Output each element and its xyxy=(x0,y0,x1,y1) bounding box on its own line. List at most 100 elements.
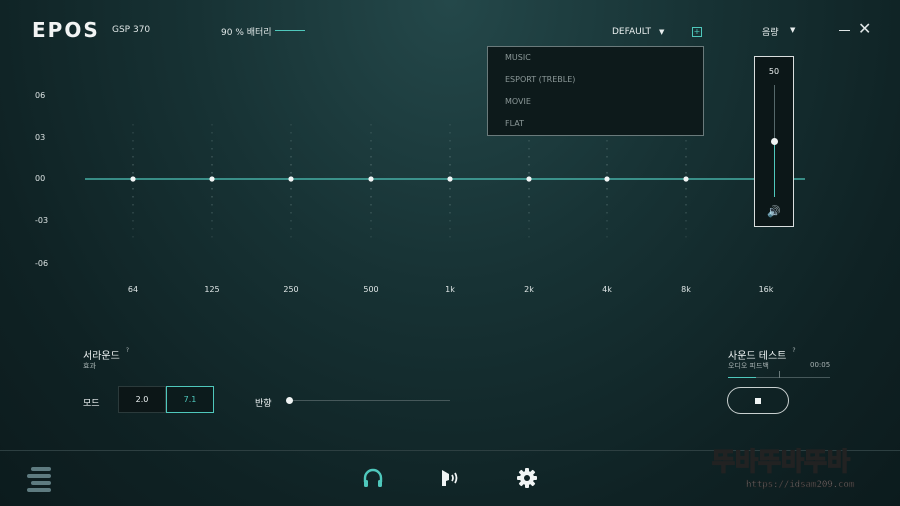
grid-dot xyxy=(685,156,687,158)
eq-node-125[interactable] xyxy=(209,176,215,182)
volume-slider-thumb[interactable] xyxy=(771,137,778,145)
grid-dot xyxy=(370,236,372,238)
grid-dot xyxy=(211,148,213,150)
grid-dot xyxy=(449,188,451,190)
grid-dot xyxy=(528,228,530,230)
grid-dot xyxy=(370,228,372,230)
help-icon[interactable]: ? xyxy=(792,347,795,354)
eq-y-label: -03 xyxy=(35,216,49,225)
grid-dot xyxy=(132,196,134,198)
grid-dot xyxy=(685,236,687,238)
grid-dot xyxy=(449,148,451,150)
settings-icon[interactable] xyxy=(515,466,539,490)
grid-dot xyxy=(606,148,608,150)
grid-dot xyxy=(132,212,134,214)
grid-dot xyxy=(528,148,530,150)
eq-band-label-16k: 16k xyxy=(758,285,774,294)
grid-dot xyxy=(370,172,372,174)
grid-dot xyxy=(449,204,451,206)
watermark-logo: 뚜바뚜바뚜바 https://idsam209.com xyxy=(712,446,855,490)
eq-band-label-8k: 8k xyxy=(681,285,691,294)
eq-y-label: 06 xyxy=(35,91,46,100)
grid-dot xyxy=(685,204,687,206)
reverb-label: 반향 xyxy=(255,399,272,409)
surround-title: 서라운드? xyxy=(83,347,129,362)
grid-dot xyxy=(132,236,134,238)
mode-button-2-0[interactable]: 2.0 xyxy=(118,386,166,413)
sound-test-title: 사운드 테스트? xyxy=(728,347,796,362)
grid-dot xyxy=(211,204,213,206)
dropdown-item-music[interactable]: MUSIC xyxy=(488,47,703,69)
headphones-icon[interactable] xyxy=(361,466,385,490)
dropdown-item-flat[interactable]: FLAT xyxy=(488,113,703,135)
eq-node-250[interactable] xyxy=(288,176,294,182)
grid-dot xyxy=(685,220,687,222)
surround-subtitle: 효과 xyxy=(83,362,96,370)
grid-dot xyxy=(132,228,134,230)
grid-dot xyxy=(132,220,134,222)
grid-dot xyxy=(606,172,608,174)
speaker-icon[interactable]: 🔊 xyxy=(767,205,781,218)
grid-dot xyxy=(370,124,372,126)
grid-dot xyxy=(370,132,372,134)
grid-dot xyxy=(290,236,292,238)
reverb-slider-track[interactable] xyxy=(290,400,450,401)
eq-node-1k[interactable] xyxy=(447,176,453,182)
eq-node-8k[interactable] xyxy=(683,176,689,182)
eq-node-500[interactable] xyxy=(368,176,374,182)
grid-dot xyxy=(290,164,292,166)
dropdown-item-esport[interactable]: ESPORT (TREBLE) xyxy=(488,69,703,91)
grid-dot xyxy=(132,124,134,126)
eq-y-label: 03 xyxy=(35,133,46,142)
grid-dot xyxy=(449,236,451,238)
help-icon[interactable]: ? xyxy=(126,347,129,354)
grid-dot xyxy=(290,140,292,142)
grid-dot xyxy=(685,196,687,198)
grid-dot xyxy=(132,132,134,134)
grid-dot xyxy=(290,156,292,158)
grid-dot xyxy=(211,212,213,214)
grid-dot xyxy=(685,172,687,174)
grid-dot xyxy=(449,164,451,166)
grid-dot xyxy=(528,188,530,190)
grid-dot xyxy=(132,188,134,190)
grid-dot xyxy=(606,188,608,190)
grid-dot xyxy=(449,196,451,198)
grid-dot xyxy=(449,220,451,222)
mode-label: 모드 xyxy=(83,399,100,409)
sound-test-progress-fill xyxy=(728,377,756,378)
grid-dot xyxy=(132,172,134,174)
grid-dot xyxy=(449,124,451,126)
grid-dot xyxy=(606,236,608,238)
grid-dot xyxy=(211,228,213,230)
grid-dot xyxy=(685,140,687,142)
eq-node-64[interactable] xyxy=(130,176,136,182)
grid-dot xyxy=(211,172,213,174)
grid-dot xyxy=(449,140,451,142)
mode-button-7-1[interactable]: 7.1 xyxy=(166,386,214,413)
reverb-slider-thumb[interactable] xyxy=(286,397,293,404)
grid-dot xyxy=(290,132,292,134)
eq-band-label-250: 250 xyxy=(283,285,299,294)
grid-dot xyxy=(685,228,687,230)
volume-popup: 50 🔊 xyxy=(754,56,794,227)
eq-grid xyxy=(132,124,687,238)
dropdown-item-movie[interactable]: MOVIE xyxy=(488,91,703,113)
menu-icon[interactable] xyxy=(27,465,55,493)
grid-dot xyxy=(685,148,687,150)
eq-node-2k[interactable] xyxy=(526,176,532,182)
eq-band-label-1k: 1k xyxy=(445,285,455,294)
grid-dot xyxy=(370,140,372,142)
grid-dot xyxy=(370,156,372,158)
eq-y-label: -06 xyxy=(35,259,49,268)
grid-dot xyxy=(528,156,530,158)
eq-node-4k[interactable] xyxy=(604,176,610,182)
grid-dot xyxy=(290,172,292,174)
sidetone-icon[interactable] xyxy=(439,466,463,490)
grid-dot xyxy=(606,220,608,222)
watermark-text: 뚜바뚜바뚜바 xyxy=(712,447,850,476)
grid-dot xyxy=(370,220,372,222)
grid-dot xyxy=(528,220,530,222)
grid-dot xyxy=(290,212,292,214)
stop-button[interactable] xyxy=(727,387,789,414)
